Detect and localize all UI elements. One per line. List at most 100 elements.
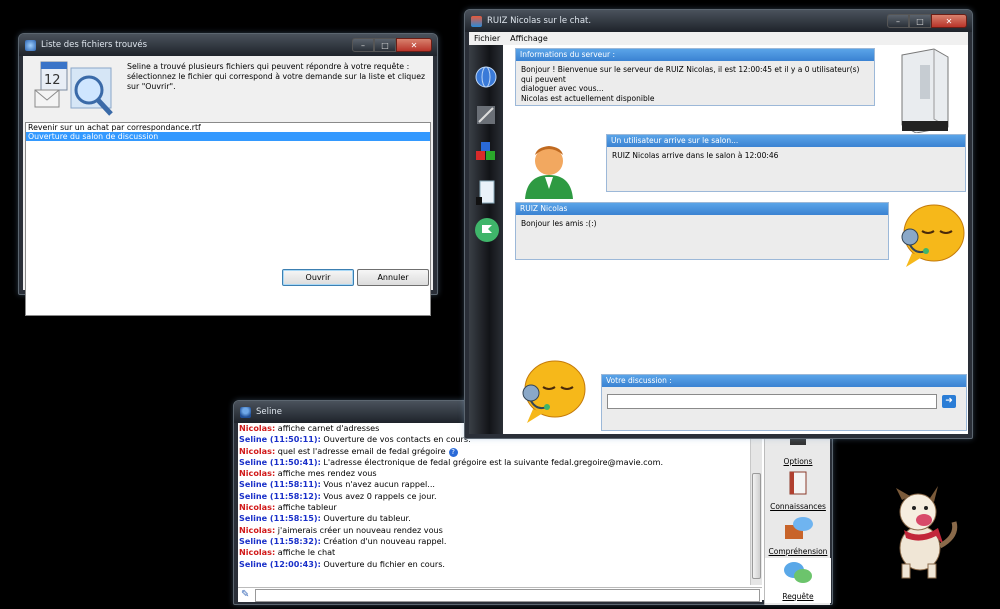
tab-label: Compréhension xyxy=(768,547,828,556)
send-arrow-icon[interactable]: ➜ xyxy=(942,395,956,408)
help-icon[interactable]: ? xyxy=(448,447,458,457)
file-list-item-selected[interactable]: Ouverture du salon de discussion xyxy=(26,132,430,141)
chat-scrollbar[interactable] xyxy=(750,423,762,585)
maximize-button[interactable]: □ xyxy=(909,14,931,28)
chat-log-line: Nicolas: affiche mes rendez vous xyxy=(239,468,750,479)
file-list-message: Seline a trouvé plusieurs fichiers qui p… xyxy=(127,62,426,91)
chat-text: affiche carnet d'adresses xyxy=(277,423,380,433)
chat-speaker: Seline (11:50:41): xyxy=(239,456,321,467)
document-icon[interactable] xyxy=(474,179,498,205)
tab-requete[interactable]: Requête xyxy=(765,558,831,603)
smiley-headset-icon xyxy=(892,203,968,271)
search-files-icon: 12 xyxy=(27,60,127,120)
chat-log-line: Seline (11:50:41): L'adresse électroniqu… xyxy=(239,457,750,468)
chat-speaker: Seline (11:58:12): xyxy=(239,490,321,501)
book-icon xyxy=(789,471,807,495)
chat-text: Vous n'avez aucun rappel... xyxy=(323,479,435,490)
chat-speaker: Nicolas: xyxy=(239,524,276,535)
pencil-icon: ✎ xyxy=(241,589,250,600)
file-list-window: Liste des fichiers trouvés – □ ✕ 12 Seli… xyxy=(18,33,438,316)
user-arrival-text: RUIZ Nicolas arrive dans le salon à 12:0… xyxy=(612,151,779,160)
chat-titlebar[interactable]: RUIZ Nicolas sur le chat. – □ ✕ xyxy=(465,10,972,32)
chat-speaker: Seline (11:50:11): xyxy=(239,434,321,445)
maximize-button[interactable]: □ xyxy=(374,38,396,52)
tools-icon[interactable] xyxy=(474,103,498,129)
discussion-input[interactable] xyxy=(607,394,937,409)
message-text: Bonjour les amis :(:) xyxy=(521,219,597,228)
tab-comprehension[interactable]: Compréhension xyxy=(765,513,831,558)
chat-text: affiche le chat xyxy=(277,547,336,558)
window-title: RUIZ Nicolas sur le chat. xyxy=(487,16,592,26)
tab-label: Requête xyxy=(782,592,814,601)
chat-log-line: Nicolas: j'aimerais créer un nouveau ren… xyxy=(239,525,750,536)
chat-log-line: Seline (11:58:12): Vous avez 0 rappels c… xyxy=(239,491,750,502)
server-computer-icon xyxy=(896,47,952,135)
file-list-item[interactable]: Revenir sur un achat par correspondance.… xyxy=(26,123,430,132)
chat-text: j'aimerais créer un nouveau rendez vous xyxy=(277,524,443,535)
understanding-icon xyxy=(785,517,813,539)
tab-label: Connaissances xyxy=(770,502,826,511)
chat-window: RUIZ Nicolas sur le chat. – □ ✕ Fichier … xyxy=(464,9,973,439)
file-list-client: 12 Seline a trouvé plusieurs fichiers qu… xyxy=(23,56,433,316)
chat-speaker: Seline (11:58:32): xyxy=(239,535,321,546)
flag-icon[interactable] xyxy=(474,217,499,243)
chat-text: Ouverture du tableur. xyxy=(323,513,411,524)
cubes-icon[interactable] xyxy=(474,141,498,167)
menu-affichage[interactable]: Affichage xyxy=(510,32,548,45)
user-icon xyxy=(240,406,251,418)
chat-text: Création d'un nouveau rappel. xyxy=(323,535,447,546)
message-panel: RUIZ Nicolas Bonjour les amis :(:) xyxy=(515,202,889,260)
chat-speaker: Seline (12:00:43): xyxy=(239,558,321,569)
chat-speaker: Nicolas: xyxy=(239,445,276,456)
chat-log: Nicolas: affiche carnet d'adresses Seline… xyxy=(238,423,750,585)
chat-speaker: Seline (11:58:15): xyxy=(239,513,321,524)
chat-log-line: Seline (11:58:11): Vous n'avez aucun rap… xyxy=(239,479,750,490)
chat-log-line: Nicolas: affiche le chat xyxy=(239,547,750,558)
close-button[interactable]: ✕ xyxy=(396,38,432,52)
chat-text: Vous avez 0 rappels ce jour. xyxy=(323,490,437,501)
chat-text: affiche tableur xyxy=(277,502,337,513)
close-button[interactable]: ✕ xyxy=(931,14,967,28)
chat-app-icon xyxy=(471,15,482,27)
smiley-headset-icon xyxy=(513,359,589,427)
discussion-panel: Votre discussion : ➜ xyxy=(601,374,967,431)
svg-text:12: 12 xyxy=(44,73,61,88)
menu-fichier[interactable]: Fichier xyxy=(474,32,500,45)
menu-bar: Fichier Affichage xyxy=(469,32,968,45)
app-icon xyxy=(25,39,36,51)
chat-speaker: Seline (11:58:11): xyxy=(239,479,321,490)
file-list-titlebar[interactable]: Liste des fichiers trouvés – □ ✕ xyxy=(19,34,437,56)
tab-connaissances[interactable]: Connaissances xyxy=(765,468,831,513)
discussion-header: Votre discussion : xyxy=(602,375,966,387)
dog-mascot-icon xyxy=(874,486,960,582)
minimize-button[interactable]: – xyxy=(352,38,374,52)
seline-input-bar: ✎ xyxy=(238,587,762,602)
tab-label: Options xyxy=(783,457,813,466)
window-title: Seline xyxy=(256,407,282,417)
server-info-line: Bonjour ! Bienvenue sur le serveur de RU… xyxy=(521,65,860,84)
server-info-header: Informations du serveur : xyxy=(516,49,874,61)
seline-command-input[interactable] xyxy=(255,589,760,602)
file-list[interactable]: Revenir sur un achat par correspondance.… xyxy=(25,122,431,316)
chat-client: Informations du serveur : Bonjour ! Bien… xyxy=(469,45,968,434)
chat-text: quel est l'adresse email de fedal grégoi… xyxy=(277,445,446,456)
seline-client: Nicolas: affiche carnet d'adresses Seline… xyxy=(238,423,831,605)
chat-speaker: Nicolas: xyxy=(239,502,276,513)
scroll-thumb[interactable] xyxy=(752,473,761,579)
user-avatar-icon xyxy=(521,141,577,203)
chat-speaker: Nicolas: xyxy=(239,468,276,479)
user-arrival-panel: Un utilisateur arrive sur le salon... RU… xyxy=(606,134,966,192)
cancel-button[interactable]: Annuler xyxy=(357,269,429,286)
message-sender: RUIZ Nicolas xyxy=(516,203,888,215)
window-title: Liste des fichiers trouvés xyxy=(41,40,148,50)
chat-speaker: Nicolas: xyxy=(239,423,276,433)
server-info-line: dialoguer avec vous... xyxy=(521,84,604,93)
globe-icon[interactable] xyxy=(474,65,498,91)
chat-log-line: Seline (12:00:43): Ouverture du fichier … xyxy=(239,559,750,570)
chat-sidebar xyxy=(469,45,503,434)
minimize-button[interactable]: – xyxy=(887,14,909,28)
chat-log-line: Nicolas: affiche tableur xyxy=(239,502,750,513)
open-button[interactable]: Ouvrir xyxy=(282,269,354,286)
chat-log-line: Nicolas: quel est l'adresse email de fed… xyxy=(239,446,750,457)
chat-bubbles-icon xyxy=(784,562,812,583)
